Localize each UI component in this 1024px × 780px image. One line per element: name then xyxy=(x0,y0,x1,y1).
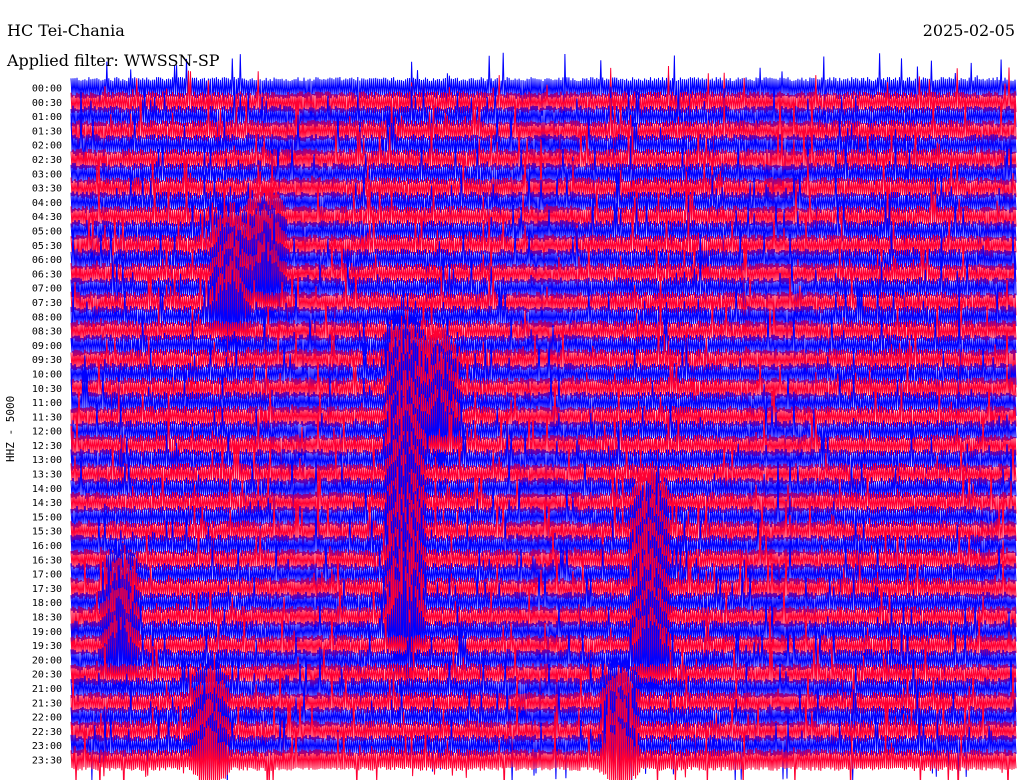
row-label-16:30: 16:30 xyxy=(32,555,62,566)
row-label-18:00: 18:00 xyxy=(32,598,62,609)
row-label-19:00: 19:00 xyxy=(32,627,62,638)
row-label-20:00: 20:00 xyxy=(32,655,62,666)
row-label-19:30: 19:30 xyxy=(32,641,62,652)
row-label-06:00: 06:00 xyxy=(32,255,62,266)
row-label-03:30: 03:30 xyxy=(32,184,62,195)
row-label-23:00: 23:00 xyxy=(32,741,62,752)
trace-group xyxy=(70,52,1017,780)
row-label-13:30: 13:30 xyxy=(32,470,62,481)
row-label-03:00: 03:00 xyxy=(32,169,62,180)
row-label-00:00: 00:00 xyxy=(32,84,62,95)
row-label-16:00: 16:00 xyxy=(32,541,62,552)
row-label-01:00: 01:00 xyxy=(32,112,62,123)
row-label-01:30: 01:30 xyxy=(32,126,62,137)
filter-label: Applied filter: WWSSN-SP xyxy=(7,51,220,70)
row-label-02:00: 02:00 xyxy=(32,141,62,152)
row-label-23:30: 23:30 xyxy=(32,756,62,767)
station-title: HC Tei-Chania xyxy=(7,21,125,40)
row-label-20:30: 20:30 xyxy=(32,670,62,681)
row-label-09:30: 09:30 xyxy=(32,355,62,366)
row-label-05:30: 05:30 xyxy=(32,241,62,252)
row-label-06:30: 06:30 xyxy=(32,269,62,280)
row-label-08:00: 08:00 xyxy=(32,312,62,323)
row-label-04:30: 04:30 xyxy=(32,212,62,223)
row-label-12:00: 12:00 xyxy=(32,427,62,438)
row-label-10:30: 10:30 xyxy=(32,384,62,395)
row-label-13:00: 13:00 xyxy=(32,455,62,466)
row-label-21:00: 21:00 xyxy=(32,684,62,695)
row-label-09:00: 09:00 xyxy=(32,341,62,352)
row-label-10:00: 10:00 xyxy=(32,370,62,381)
row-label-11:30: 11:30 xyxy=(32,412,62,423)
row-label-21:30: 21:30 xyxy=(32,698,62,709)
row-label-00:30: 00:30 xyxy=(32,98,62,109)
row-label-02:30: 02:30 xyxy=(32,155,62,166)
row-label-15:30: 15:30 xyxy=(32,527,62,538)
row-label-07:00: 07:00 xyxy=(32,284,62,295)
row-label-07:30: 07:30 xyxy=(32,298,62,309)
row-label-14:00: 14:00 xyxy=(32,484,62,495)
row-label-17:00: 17:00 xyxy=(32,570,62,581)
row-label-22:30: 22:30 xyxy=(32,727,62,738)
row-label-12:30: 12:30 xyxy=(32,441,62,452)
row-label-17:30: 17:30 xyxy=(32,584,62,595)
row-label-group: 00:00 00:30 01:00 01:30 02:00 02:30 03:00 03:30… xyxy=(32,84,62,767)
row-label-22:00: 22:00 xyxy=(32,713,62,724)
row-label-18:30: 18:30 xyxy=(32,613,62,624)
row-label-14:30: 14:30 xyxy=(32,498,62,509)
row-label-04:00: 04:00 xyxy=(32,198,62,209)
helicorder-plot: 00:00 00:30 01:00 01:30 02:00 02:30 03:00 03:30… xyxy=(32,52,1017,780)
row-label-11:00: 11:00 xyxy=(32,398,62,409)
row-label-08:30: 08:30 xyxy=(32,327,62,338)
row-label-15:00: 15:00 xyxy=(32,512,62,523)
date-label: 2025-02-05 xyxy=(922,21,1015,40)
row-label-05:00: 05:00 xyxy=(32,227,62,238)
